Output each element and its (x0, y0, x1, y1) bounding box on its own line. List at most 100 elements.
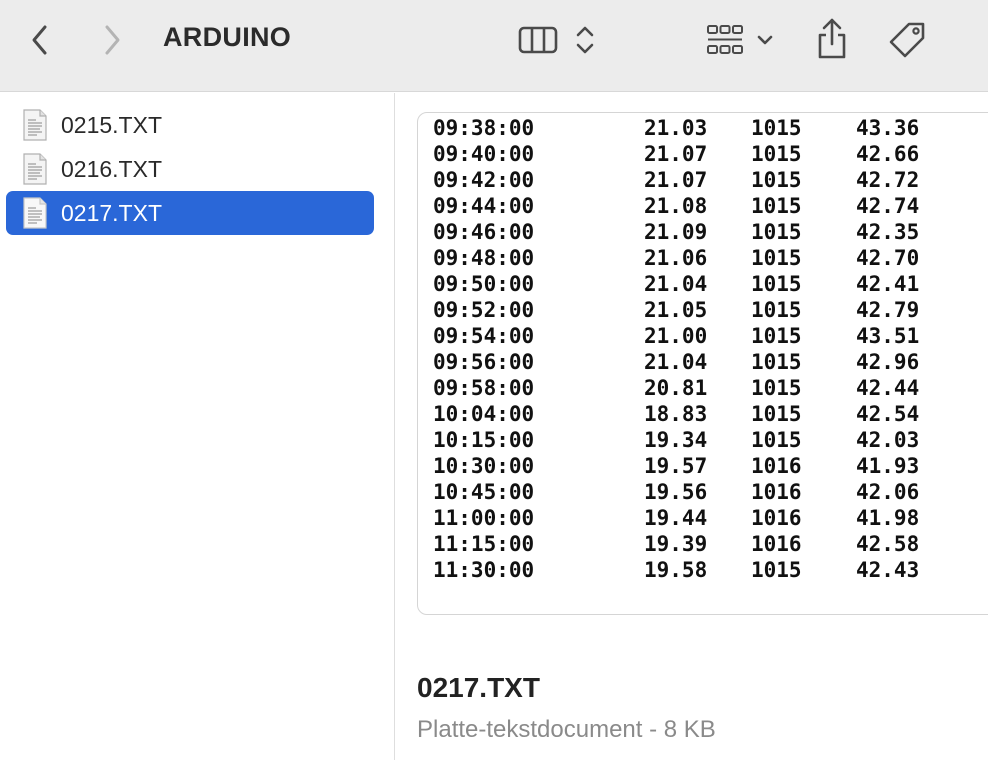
window-title: ARDUINO (163, 22, 292, 52)
temperature-cell: 21.00 (644, 324, 708, 348)
temperature-cell: 21.07 (644, 142, 708, 166)
humidity-cell: 42.74 (856, 194, 920, 218)
temperature-cell: 21.03 (644, 116, 708, 140)
humidity-cell: 42.06 (856, 480, 920, 504)
toolbar: ARDUINO (0, 0, 988, 92)
temperature-cell: 19.44 (644, 506, 708, 530)
pressure-cell: 1015 (751, 168, 802, 192)
time-cell: 09:40:00 (433, 142, 535, 166)
humidity-cell: 42.03 (856, 428, 920, 452)
tag-icon (889, 22, 925, 58)
humidity-cell: 42.70 (856, 246, 920, 270)
time-cell: 09:44:00 (433, 194, 535, 218)
pressure-cell: 1015 (751, 142, 802, 166)
pressure-cell: 1015 (751, 194, 802, 218)
pressure-cell: 1015 (751, 272, 802, 296)
file-item-0217[interactable]: 0217.TXT (6, 191, 374, 235)
time-cell: 09:42:00 (433, 168, 535, 192)
humidity-cell: 42.79 (856, 298, 920, 322)
humidity-cell: 42.43 (856, 558, 920, 582)
humidity-cell: 42.35 (856, 220, 920, 244)
humidity-cell: 42.54 (856, 402, 920, 426)
temperature-cell: 21.04 (644, 272, 708, 296)
back-button[interactable] (22, 20, 58, 60)
pressure-cell: 1015 (751, 376, 802, 400)
humidity-cell: 42.72 (856, 168, 920, 192)
updown-chevron-icon (576, 26, 594, 54)
tag-button[interactable] (884, 16, 932, 64)
grid-icon (707, 25, 743, 54)
chevron-right-icon (105, 25, 120, 55)
time-cell: 10:15:00 (433, 428, 535, 452)
humidity-cell: 42.66 (856, 142, 920, 166)
group-by-button[interactable] (700, 18, 780, 62)
time-cell: 09:54:00 (433, 324, 535, 348)
chevron-left-icon (32, 25, 47, 55)
temperature-cell: 20.81 (644, 376, 708, 400)
time-cell: 11:15:00 (433, 532, 535, 556)
pressure-cell: 1015 (751, 558, 802, 582)
temperature-cell: 21.07 (644, 168, 708, 192)
text-document-icon (23, 109, 47, 141)
pressure-cell: 1015 (751, 246, 802, 270)
temperature-cell: 21.09 (644, 220, 708, 244)
file-name-label: 0217.TXT (61, 199, 162, 226)
pressure-cell: 1015 (751, 220, 802, 244)
pressure-cell: 1016 (751, 480, 802, 504)
humidity-cell: 42.44 (856, 376, 920, 400)
humidity-cell: 42.41 (856, 272, 920, 296)
humidity-cell: 41.98 (856, 506, 920, 530)
humidity-cell: 42.96 (856, 350, 920, 374)
time-cell: 10:45:00 (433, 480, 535, 504)
pressure-cell: 1016 (751, 532, 802, 556)
humidity-cell: 43.36 (856, 116, 920, 140)
humidity-cell: 42.58 (856, 532, 920, 556)
time-cell: 10:30:00 (433, 454, 535, 478)
temperature-cell: 21.05 (644, 298, 708, 322)
share-icon (818, 18, 846, 59)
time-cell: 09:58:00 (433, 376, 535, 400)
file-name-label: 0215.TXT (61, 111, 162, 138)
temperature-cell: 19.34 (644, 428, 708, 452)
chevron-down-icon (757, 35, 773, 45)
file-item-0216[interactable]: 0216.TXT (6, 147, 374, 191)
file-name-label: 0216.TXT (61, 155, 162, 182)
temperature-cell: 21.04 (644, 350, 708, 374)
temperature-cell: 21.08 (644, 194, 708, 218)
time-cell: 11:00:00 (433, 506, 535, 530)
temperature-cell: 19.39 (644, 532, 708, 556)
time-cell: 09:56:00 (433, 350, 535, 374)
pressure-cell: 1015 (751, 428, 802, 452)
time-cell: 10:04:00 (433, 402, 535, 426)
preview-file-name: 0217.TXT (417, 672, 540, 703)
file-list: 0215.TXT 0216.TXT 0217.TXT (0, 93, 395, 760)
text-preview[interactable]: 09:38:00 21.03 1015 43.36 09:40:00 21.07 1015… (417, 112, 988, 615)
pressure-cell: 1015 (751, 298, 802, 322)
file-item-0215[interactable]: 0215.TXT (6, 103, 374, 147)
text-document-icon (23, 197, 47, 229)
view-mode-button[interactable] (515, 20, 599, 60)
time-cell: 09:38:00 (433, 116, 535, 140)
column-view-icon (518, 26, 558, 54)
pressure-cell: 1015 (751, 402, 802, 426)
pressure-cell: 1015 (751, 350, 802, 374)
pressure-cell: 1016 (751, 454, 802, 478)
pressure-cell: 1016 (751, 506, 802, 530)
time-cell: 09:52:00 (433, 298, 535, 322)
pressure-cell: 1015 (751, 324, 802, 348)
humidity-cell: 43.51 (856, 324, 920, 348)
time-cell: 09:50:00 (433, 272, 535, 296)
humidity-cell: 41.93 (856, 454, 920, 478)
temperature-cell: 19.56 (644, 480, 708, 504)
preview-file-kind-size: Platte-tekstdocument - 8 KB (417, 716, 716, 743)
temperature-cell: 18.83 (644, 402, 708, 426)
forward-button[interactable] (94, 20, 130, 60)
time-cell: 11:30:00 (433, 558, 535, 582)
temperature-cell: 19.58 (644, 558, 708, 582)
time-cell: 09:46:00 (433, 220, 535, 244)
text-document-icon (23, 153, 47, 185)
temperature-cell: 19.57 (644, 454, 708, 478)
temperature-cell: 21.06 (644, 246, 708, 270)
time-cell: 09:48:00 (433, 246, 535, 270)
share-button[interactable] (810, 14, 854, 64)
